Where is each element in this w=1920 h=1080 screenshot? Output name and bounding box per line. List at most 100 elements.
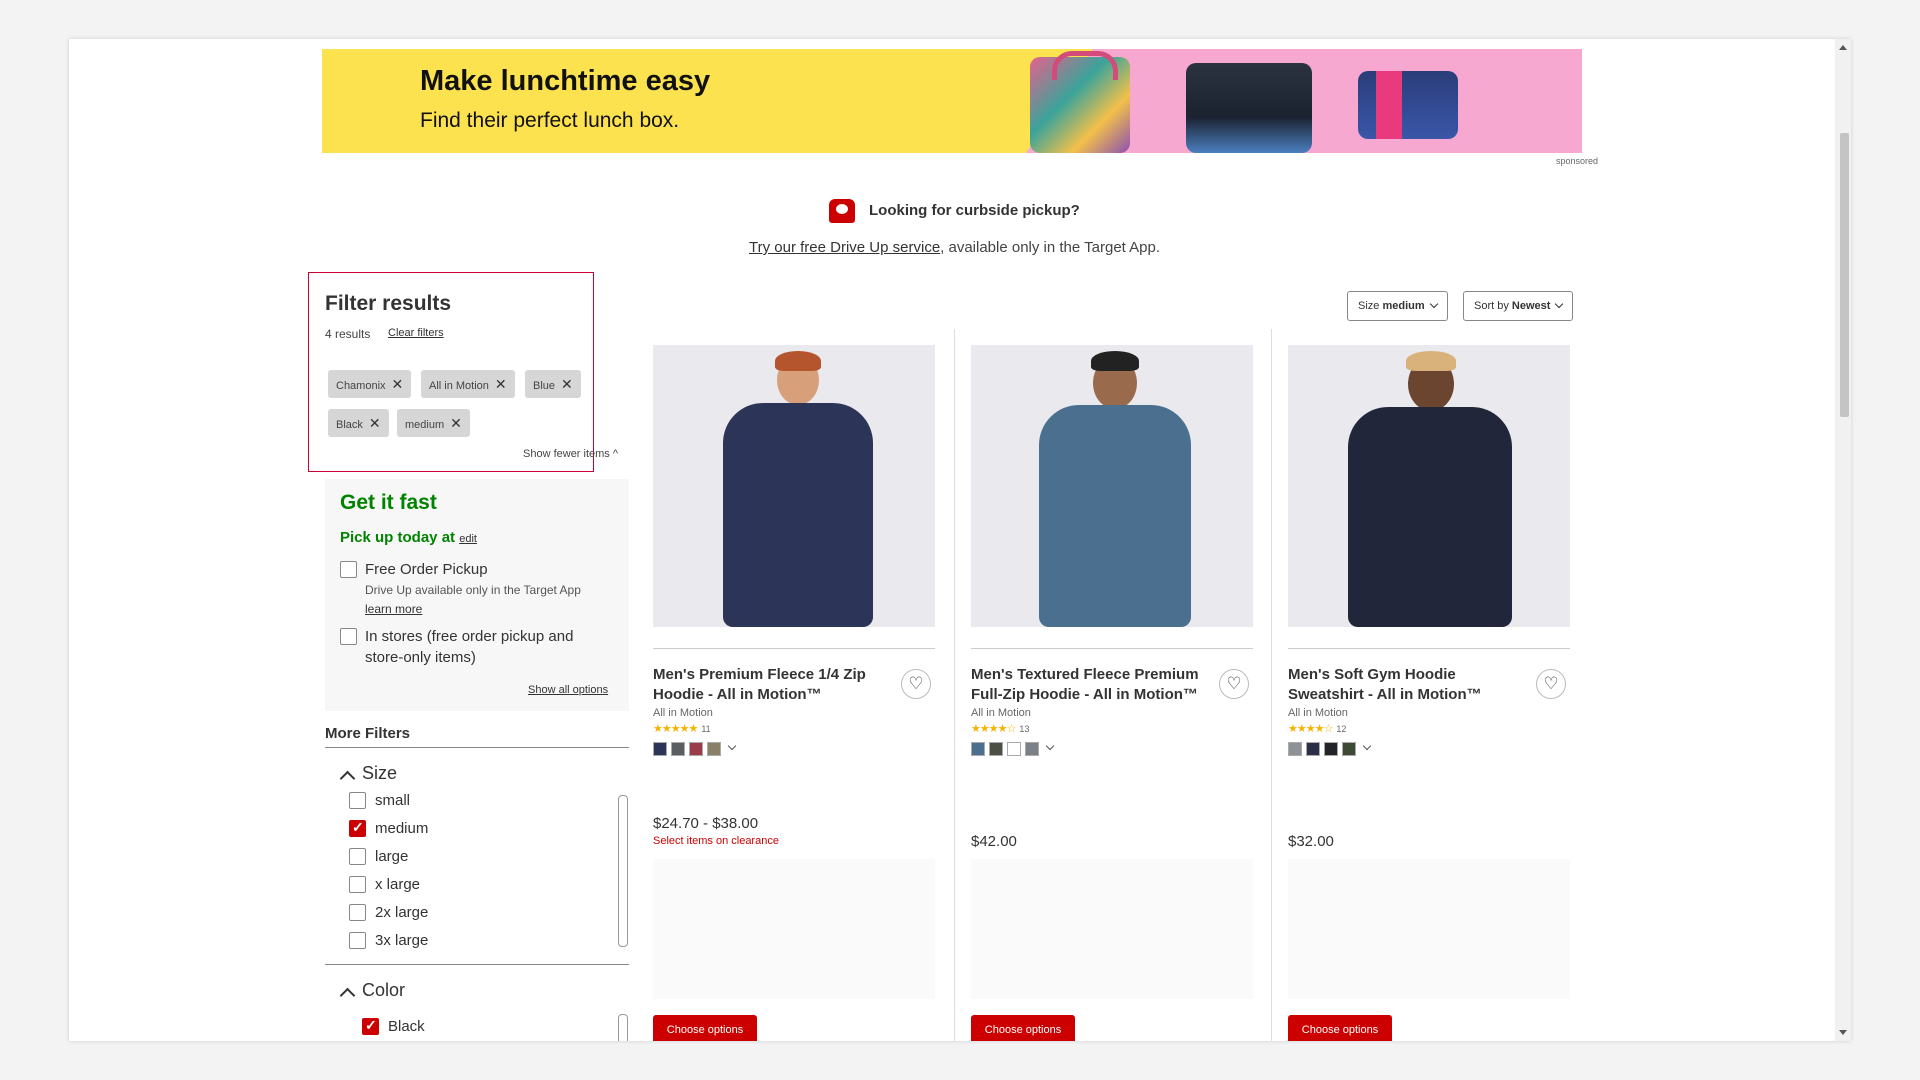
color-swatch[interactable] (989, 741, 1003, 756)
product-placeholder (1288, 859, 1570, 999)
review-count: 11 (701, 724, 711, 734)
drive-up-link[interactable]: Try our free Drive Up service (749, 239, 940, 256)
size-options-list: small medium large x large 2x large 3x l… (349, 792, 605, 952)
column-divider (954, 329, 955, 1041)
product-title[interactable]: Men's Textured Fleece Premium Full-Zip H… (971, 665, 1201, 705)
browser-window: Make lunchtime easy Find their perfect l… (69, 39, 1851, 1041)
color-swatch[interactable] (971, 741, 985, 756)
choose-options-button[interactable]: Choose options (971, 1015, 1075, 1041)
sponsored-label: sponsored (1556, 156, 1599, 166)
close-icon[interactable]: ✕ (561, 376, 573, 392)
color-swatch[interactable] (1342, 741, 1356, 756)
color-swatch[interactable] (653, 741, 667, 756)
heart-icon[interactable]: ♡ (1536, 669, 1566, 699)
divider (653, 648, 935, 649)
banner-subtitle: Find their perfect lunch box. (420, 109, 680, 132)
chevron-down-icon[interactable] (727, 741, 737, 751)
sort-by-dropdown[interactable]: Sort by Newest (1463, 291, 1574, 321)
stars-icon: ★★★★☆ (1288, 723, 1333, 735)
color-list-scrollbar[interactable] (618, 1014, 628, 1041)
free-order-pickup-label: Free Order Pickup (365, 561, 488, 578)
color-swatch[interactable] (1324, 741, 1338, 756)
scroll-up-icon[interactable] (1839, 45, 1847, 50)
color-swatch[interactable] (671, 741, 685, 756)
in-stores-label: In stores (free order pickup and (365, 628, 574, 645)
filter-results-title: Filter results (325, 292, 452, 315)
filter-chip-black[interactable]: Black ✕ (328, 409, 389, 437)
curbside-message-rest: , available only in the Target App. (940, 239, 1161, 256)
product-brand[interactable]: All in Motion (653, 707, 713, 719)
color-swatch[interactable] (1306, 741, 1320, 756)
chevron-up-icon[interactable] (339, 987, 356, 1004)
learn-more-link[interactable]: learn more (365, 602, 422, 616)
product-card[interactable]: Men's Premium Fleece 1/4 Zip Hoodie - Al… (653, 345, 935, 1041)
divider (1288, 648, 1570, 649)
size-checkbox-checked[interactable] (349, 819, 366, 837)
size-checkbox[interactable] (349, 932, 366, 949)
close-icon[interactable]: ✕ (495, 376, 507, 392)
review-count: 13 (1019, 724, 1030, 734)
color-label: Black (388, 1018, 425, 1035)
product-title[interactable]: Men's Premium Fleece 1/4 Zip Hoodie - Al… (653, 665, 883, 705)
size-filter-dropdown[interactable]: Size medium (1347, 291, 1448, 321)
size-checkbox[interactable] (349, 848, 366, 865)
product-title[interactable]: Men's Soft Gym Hoodie Sweatshirt - All i… (1288, 665, 1518, 705)
heart-icon[interactable]: ♡ (1219, 669, 1249, 699)
chip-label: medium (405, 419, 445, 431)
product-card[interactable]: Men's Textured Fleece Premium Full-Zip H… (971, 345, 1253, 1041)
color-swatch[interactable] (689, 741, 703, 756)
product-image[interactable] (1288, 345, 1570, 627)
color-swatch[interactable] (1025, 741, 1039, 756)
size-label: 3x large (375, 932, 429, 949)
size-section-header[interactable]: Size (362, 763, 397, 784)
product-image[interactable] (653, 345, 935, 627)
chip-label: Blue (533, 380, 556, 392)
filter-chip-chamonix[interactable]: Chamonix ✕ (328, 370, 412, 398)
chip-label: Chamonix (336, 380, 386, 392)
product-card[interactable]: Men's Soft Gym Hoodie Sweatshirt - All i… (1288, 345, 1570, 1041)
product-brand[interactable]: All in Motion (971, 707, 1031, 719)
show-fewer-items-link[interactable]: Show fewer items ^ (523, 448, 618, 460)
scroll-thumb[interactable] (1840, 133, 1849, 417)
clear-filters-link[interactable]: Clear filters (388, 327, 444, 339)
size-checkbox[interactable] (349, 904, 366, 921)
close-icon[interactable]: ✕ (450, 415, 462, 431)
in-stores-label-line2: store-only items) (365, 649, 476, 666)
rating-stars: ★★★★★ 11 (653, 722, 711, 735)
scroll-down-icon[interactable] (1839, 1030, 1847, 1035)
color-swatch[interactable] (1007, 741, 1021, 756)
color-checkbox-checked[interactable] (362, 1017, 379, 1035)
choose-options-button[interactable]: Choose options (653, 1015, 757, 1041)
heart-icon[interactable]: ♡ (901, 669, 931, 699)
color-swatch[interactable] (1288, 741, 1302, 756)
filter-chip-medium[interactable]: medium ✕ (397, 409, 470, 437)
chevron-down-icon[interactable] (1045, 741, 1055, 751)
size-checkbox[interactable] (349, 792, 366, 809)
close-icon[interactable]: ✕ (392, 376, 404, 392)
product-placeholder (653, 859, 935, 999)
edit-store-link[interactable]: edit (459, 533, 477, 545)
color-section-header[interactable]: Color (362, 980, 405, 1001)
lunchbox-promo-banner[interactable]: Make lunchtime easy Find their perfect l… (322, 49, 1582, 153)
page-scrollbar[interactable] (1835, 39, 1851, 1041)
color-swatches (971, 740, 1055, 758)
choose-options-button[interactable]: Choose options (1288, 1015, 1392, 1041)
more-filters-title: More Filters (325, 725, 411, 742)
filter-chip-all-in-motion[interactable]: All in Motion ✕ (421, 370, 515, 398)
curbside-message: Try our free Drive Up service, available… (749, 239, 1160, 256)
rating-stars: ★★★★☆ 12 (1288, 722, 1346, 735)
size-checkbox[interactable] (349, 876, 366, 893)
size-list-scrollbar[interactable] (618, 795, 628, 947)
filter-chip-blue[interactable]: Blue ✕ (525, 370, 581, 398)
color-swatch[interactable] (707, 741, 721, 756)
product-image[interactable] (971, 345, 1253, 627)
chevron-down-icon[interactable] (1362, 741, 1372, 751)
sort-dropdown-value: Newest (1511, 300, 1551, 312)
show-all-options-link[interactable]: Show all options (528, 684, 608, 696)
in-stores-checkbox[interactable] (340, 628, 357, 645)
free-order-pickup-checkbox[interactable] (340, 561, 357, 578)
chevron-up-icon[interactable] (339, 770, 356, 787)
banner-title: Make lunchtime easy (420, 65, 711, 97)
close-icon[interactable]: ✕ (369, 415, 381, 431)
product-brand[interactable]: All in Motion (1288, 707, 1348, 719)
